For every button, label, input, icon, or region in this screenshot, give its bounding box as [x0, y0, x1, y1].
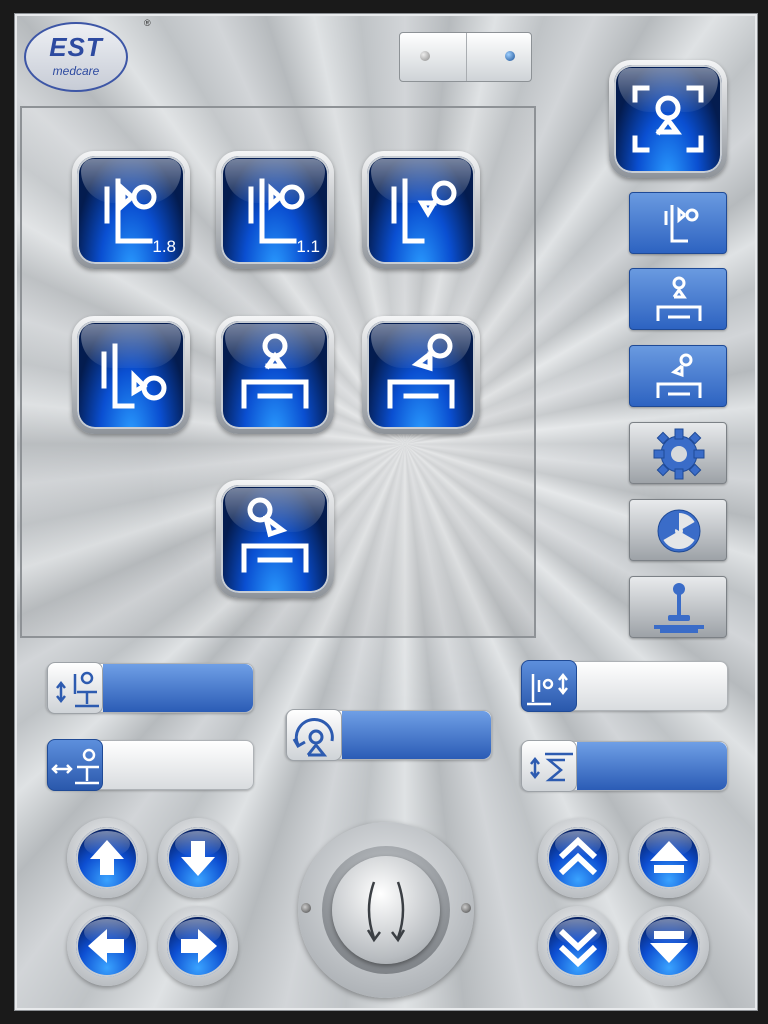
slider-fill: [342, 711, 491, 759]
table-vertical-icon: [241, 333, 309, 409]
power-led-switch[interactable]: [399, 32, 532, 82]
move-left-button[interactable]: [67, 906, 147, 986]
exposure-frame-button[interactable]: [609, 60, 727, 178]
arrow-down-icon: [181, 841, 215, 876]
rotary-control-knob[interactable]: [298, 822, 474, 998]
sidebar-item-table-angled[interactable]: [629, 345, 727, 407]
arrow-left-icon: [88, 929, 124, 963]
mode-sid-label: 1.1: [296, 237, 320, 256]
led-off-indicator: [420, 51, 430, 61]
triangle-down-bar-icon: [650, 931, 688, 963]
est-medcare-logo: EST medcare ®: [24, 18, 151, 94]
mode-button-table-angled[interactable]: [362, 316, 480, 434]
logo-subtitle: medcare: [52, 64, 100, 78]
table-angled-icon: [656, 353, 702, 398]
mode-button-table-vertical[interactable]: [216, 316, 334, 434]
slider-collimator[interactable]: [520, 740, 728, 792]
slow-down-button[interactable]: [629, 906, 709, 986]
slider-fill: [103, 664, 253, 712]
tube-rotation-icon: [292, 718, 334, 757]
slider-table-lateral[interactable]: [46, 739, 254, 791]
sidebar-item-radiation[interactable]: [629, 499, 727, 561]
mode-sid-label: 1.8: [152, 237, 176, 256]
mode-button-wall-stand-1-8[interactable]: 1.8: [72, 151, 190, 269]
double-chevron-down-icon: [558, 928, 598, 968]
switch-left-half[interactable]: [400, 33, 466, 81]
gear-icon: [653, 428, 705, 480]
sidebar-item-wall-stand[interactable]: [629, 192, 727, 254]
fast-down-button[interactable]: [538, 906, 618, 986]
joystick-icon: [654, 583, 704, 633]
table-oblique-icon: [241, 497, 309, 573]
screw: [301, 903, 311, 913]
table-height-icon: [56, 671, 99, 708]
fast-up-button[interactable]: [538, 818, 618, 898]
switch-right-half[interactable]: [465, 33, 533, 81]
wall-stand-height-icon: [527, 672, 568, 706]
slider-wall-stand-height[interactable]: [520, 660, 728, 712]
sidebar-item-settings[interactable]: [629, 422, 727, 484]
table-lateral-icon: [51, 748, 99, 785]
mode-button-wall-stand-1-1[interactable]: 1.1: [216, 151, 334, 269]
triangle-up-bar-icon: [650, 841, 688, 873]
move-down-button[interactable]: [158, 818, 238, 898]
screw: [461, 903, 471, 913]
mode-button-wall-stand-angled[interactable]: [362, 151, 480, 269]
knob-grip-icon: [366, 881, 406, 943]
double-chevron-up-icon: [558, 836, 598, 876]
wall-stand-angled-icon: [391, 178, 457, 244]
slow-up-button[interactable]: [629, 818, 709, 898]
radiation-icon: [657, 509, 701, 553]
mode-button-table-oblique[interactable]: [216, 480, 334, 598]
table-angled-icon: [387, 333, 455, 409]
exposure-frame-icon: [632, 85, 704, 153]
sidebar-item-joystick[interactable]: [629, 576, 727, 638]
slider-table-height[interactable]: [46, 662, 254, 714]
logo-brand: EST: [49, 32, 103, 62]
table-icon: [656, 276, 702, 321]
led-on-indicator: [505, 51, 515, 61]
arrow-right-icon: [181, 929, 217, 963]
registered-mark: ®: [144, 18, 151, 28]
move-up-button[interactable]: [67, 818, 147, 898]
move-right-button[interactable]: [158, 906, 238, 986]
sidebar-item-table[interactable]: [629, 268, 727, 330]
slider-fill: [577, 742, 727, 790]
wall-stand-icon: [664, 205, 699, 243]
wall-stand-low-icon: [101, 343, 167, 409]
mode-button-wall-stand-low[interactable]: [72, 316, 190, 434]
slider-tube-rotation[interactable]: [285, 709, 492, 761]
arrow-up-icon: [90, 840, 124, 875]
collimator-icon: [530, 752, 573, 782]
